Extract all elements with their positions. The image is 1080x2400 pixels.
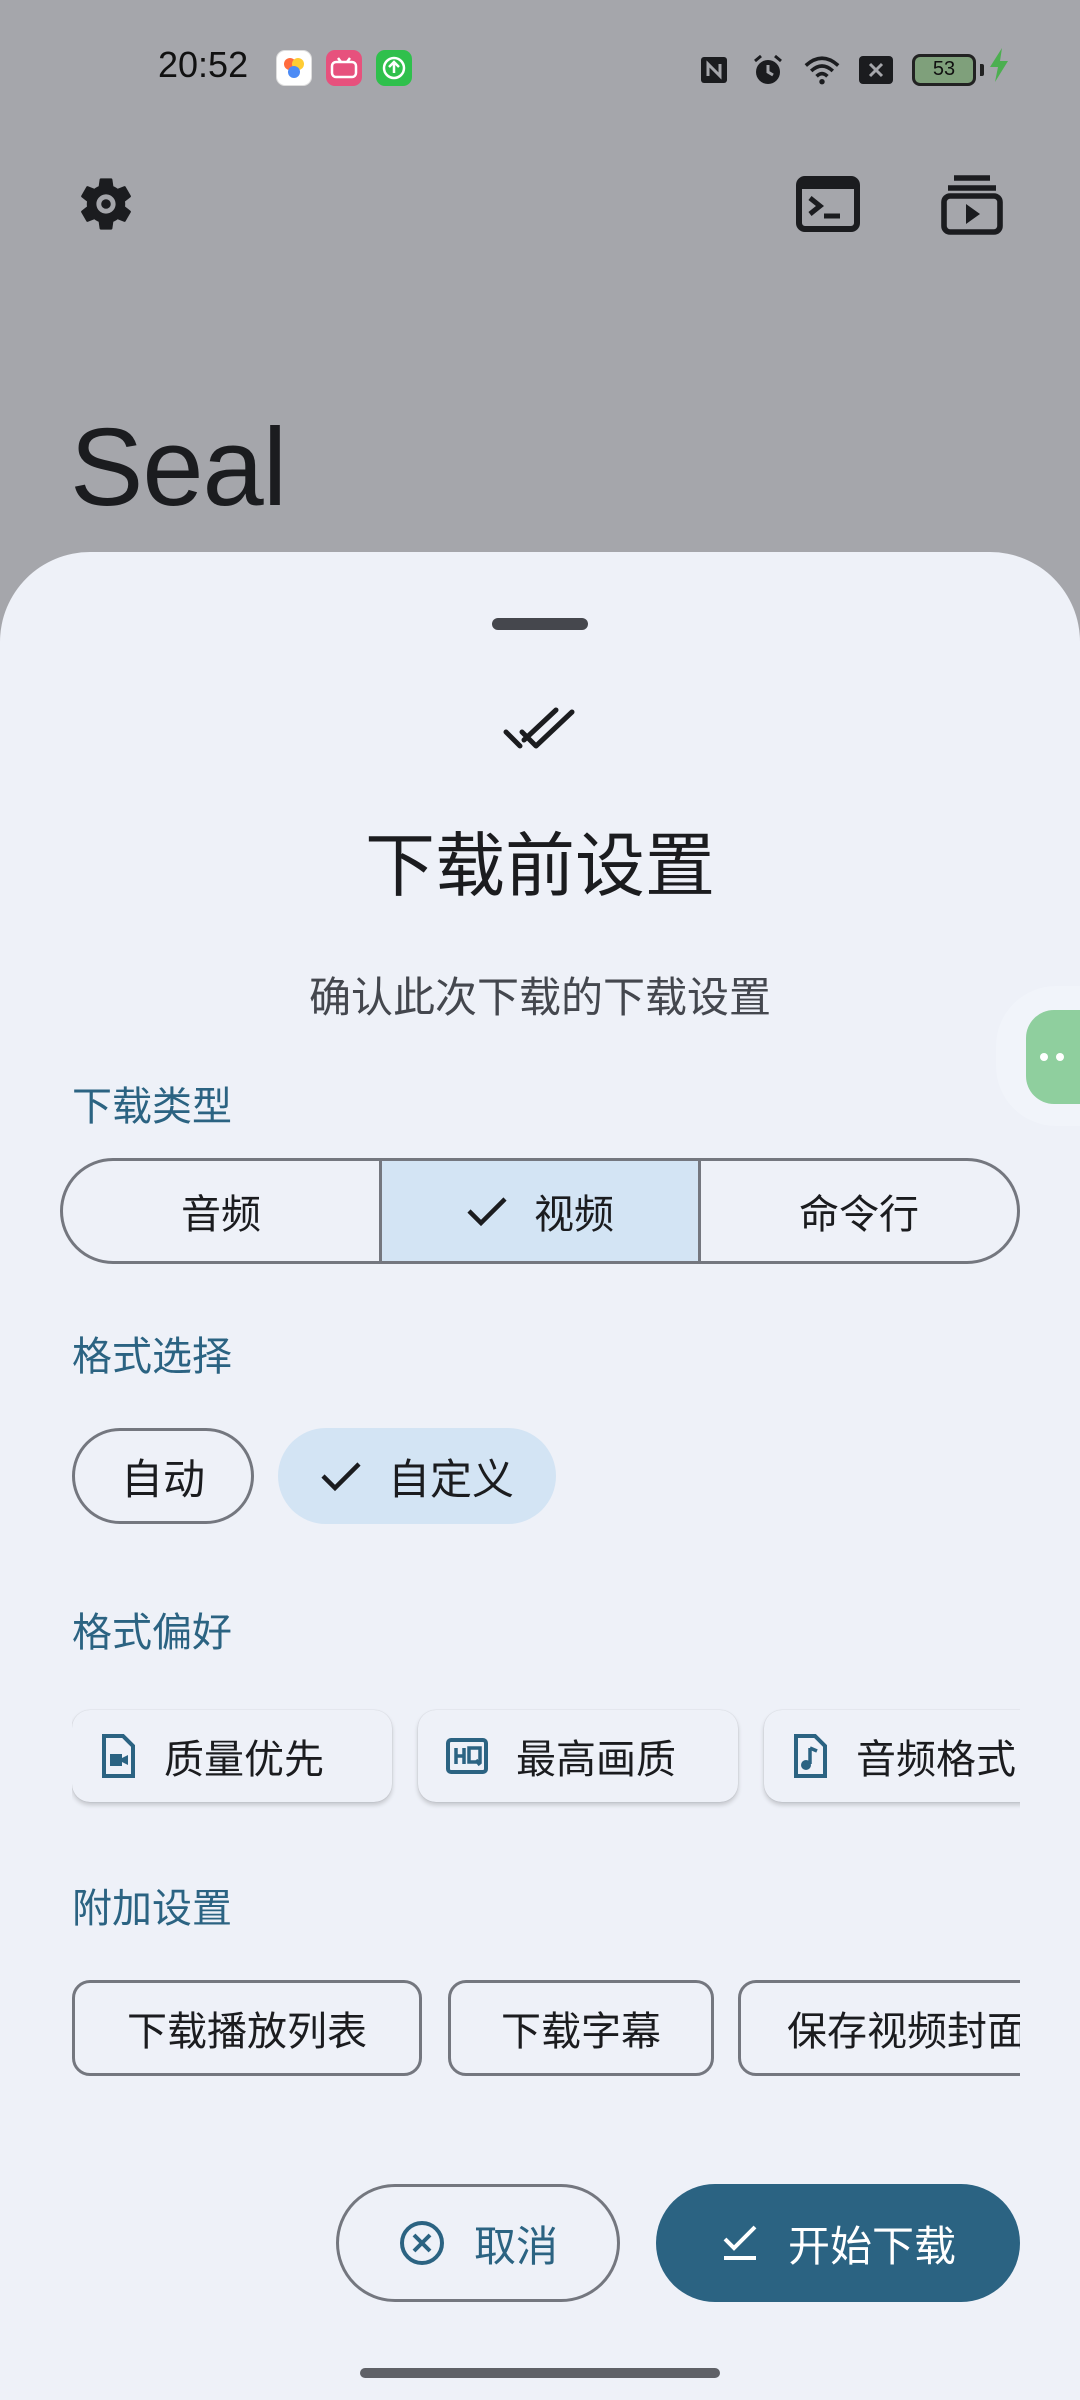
download-queue-button[interactable] [936, 168, 1008, 240]
start-download-label: 开始下载 [787, 2221, 956, 2271]
quality-first-label: 质量优先 [164, 1737, 324, 1783]
status-time: 20:52 [158, 44, 249, 85]
nfc-icon [696, 52, 732, 88]
format-select-label: 格式选择 [72, 1334, 232, 1380]
download-done-icon [723, 2225, 757, 2260]
segment-audio-label: 音频 [181, 1192, 261, 1238]
drag-handle[interactable] [492, 618, 588, 630]
segment-command-label: 命令行 [799, 1192, 919, 1238]
notification-icons [276, 50, 412, 86]
cancel-label: 取消 [473, 2221, 558, 2271]
download-playlist-label: 下载播放列表 [127, 2009, 367, 2055]
start-download-button[interactable]: 开始下载 [656, 2184, 1020, 2302]
download-type-segmented: 音频 视频 命令行 [60, 1158, 1020, 1264]
cancel-icon [399, 2221, 444, 2265]
segment-video-label: 视频 [534, 1192, 614, 1238]
sheet-title: 下载前设置 [365, 825, 715, 907]
audio-file-icon [794, 1734, 827, 1778]
format-auto-label: 自动 [120, 1454, 205, 1504]
settings-button[interactable] [70, 168, 142, 240]
download-subtitles-chip[interactable]: 下载字幕 [448, 1980, 714, 2076]
format-pref-label: 格式偏好 [72, 1610, 232, 1656]
extra-settings-row: 下载播放列表 下载字幕 保存视频封面 [72, 1980, 1020, 2080]
gear-icon [81, 178, 131, 230]
home-indicator[interactable] [360, 2368, 720, 2378]
check-icon [321, 1462, 361, 1492]
segment-audio[interactable]: 音频 [63, 1161, 379, 1261]
quality-first-chip[interactable]: 质量优先 [72, 1710, 392, 1802]
app-title: Seal [70, 406, 287, 529]
alarm-icon [750, 52, 786, 88]
wifi-icon [804, 52, 840, 88]
charging-icon [988, 48, 1010, 91]
format-custom-chip[interactable]: 自定义 [278, 1428, 556, 1524]
highest-quality-chip[interactable]: 最高画质 [418, 1710, 738, 1802]
download-playlist-chip[interactable]: 下载播放列表 [72, 1980, 422, 2076]
format-pref-row: 质量优先 最高画质 音频格式 [72, 1702, 1020, 1812]
status-bar: 20:52 53 [0, 0, 1080, 130]
subscriptions-icon [941, 175, 1003, 235]
battery-icon: 53 [912, 48, 1010, 91]
floating-more-icon[interactable] [1026, 1010, 1080, 1104]
download-type-label: 下载类型 [72, 1084, 232, 1130]
sheet-subtitle: 确认此次下载的下载设置 [308, 973, 771, 1022]
save-thumbnail-chip[interactable]: 保存视频封面 [738, 1980, 1020, 2076]
cancel-button[interactable]: 取消 [336, 2184, 620, 2302]
download-settings-sheet: 下载前设置 确认此次下载的下载设置 下载类型 音频 视频 命令行 格式选择 自动… [0, 552, 1080, 2400]
audio-format-chip[interactable]: 音频格式 [764, 1710, 1020, 1802]
format-auto-chip[interactable]: 自动 [72, 1428, 254, 1524]
upload-icon [376, 50, 412, 86]
extra-settings-label: 附加设置 [72, 1886, 232, 1932]
check-icon [467, 1197, 507, 1227]
terminal-icon [796, 176, 860, 232]
segment-video[interactable]: 视频 [379, 1161, 698, 1261]
sim-off-icon [858, 52, 894, 88]
format-custom-label: 自定义 [387, 1454, 514, 1504]
audio-format-label: 音频格式 [856, 1737, 1016, 1783]
hq-icon [446, 1738, 488, 1774]
battery-tip [980, 63, 984, 76]
terminal-button[interactable] [792, 168, 864, 240]
bilibili-icon [326, 50, 362, 86]
done-all-icon [503, 707, 575, 749]
segment-command[interactable]: 命令行 [698, 1161, 1017, 1261]
battery-level: 53 [912, 53, 976, 86]
system-icons: 53 [696, 48, 1010, 91]
video-file-icon [102, 1734, 135, 1778]
highest-quality-label: 最高画质 [516, 1737, 676, 1783]
download-subtitles-label: 下载字幕 [501, 2009, 661, 2055]
save-thumbnail-label: 保存视频封面 [787, 2009, 1020, 2055]
kuaishou-icon [276, 50, 312, 86]
